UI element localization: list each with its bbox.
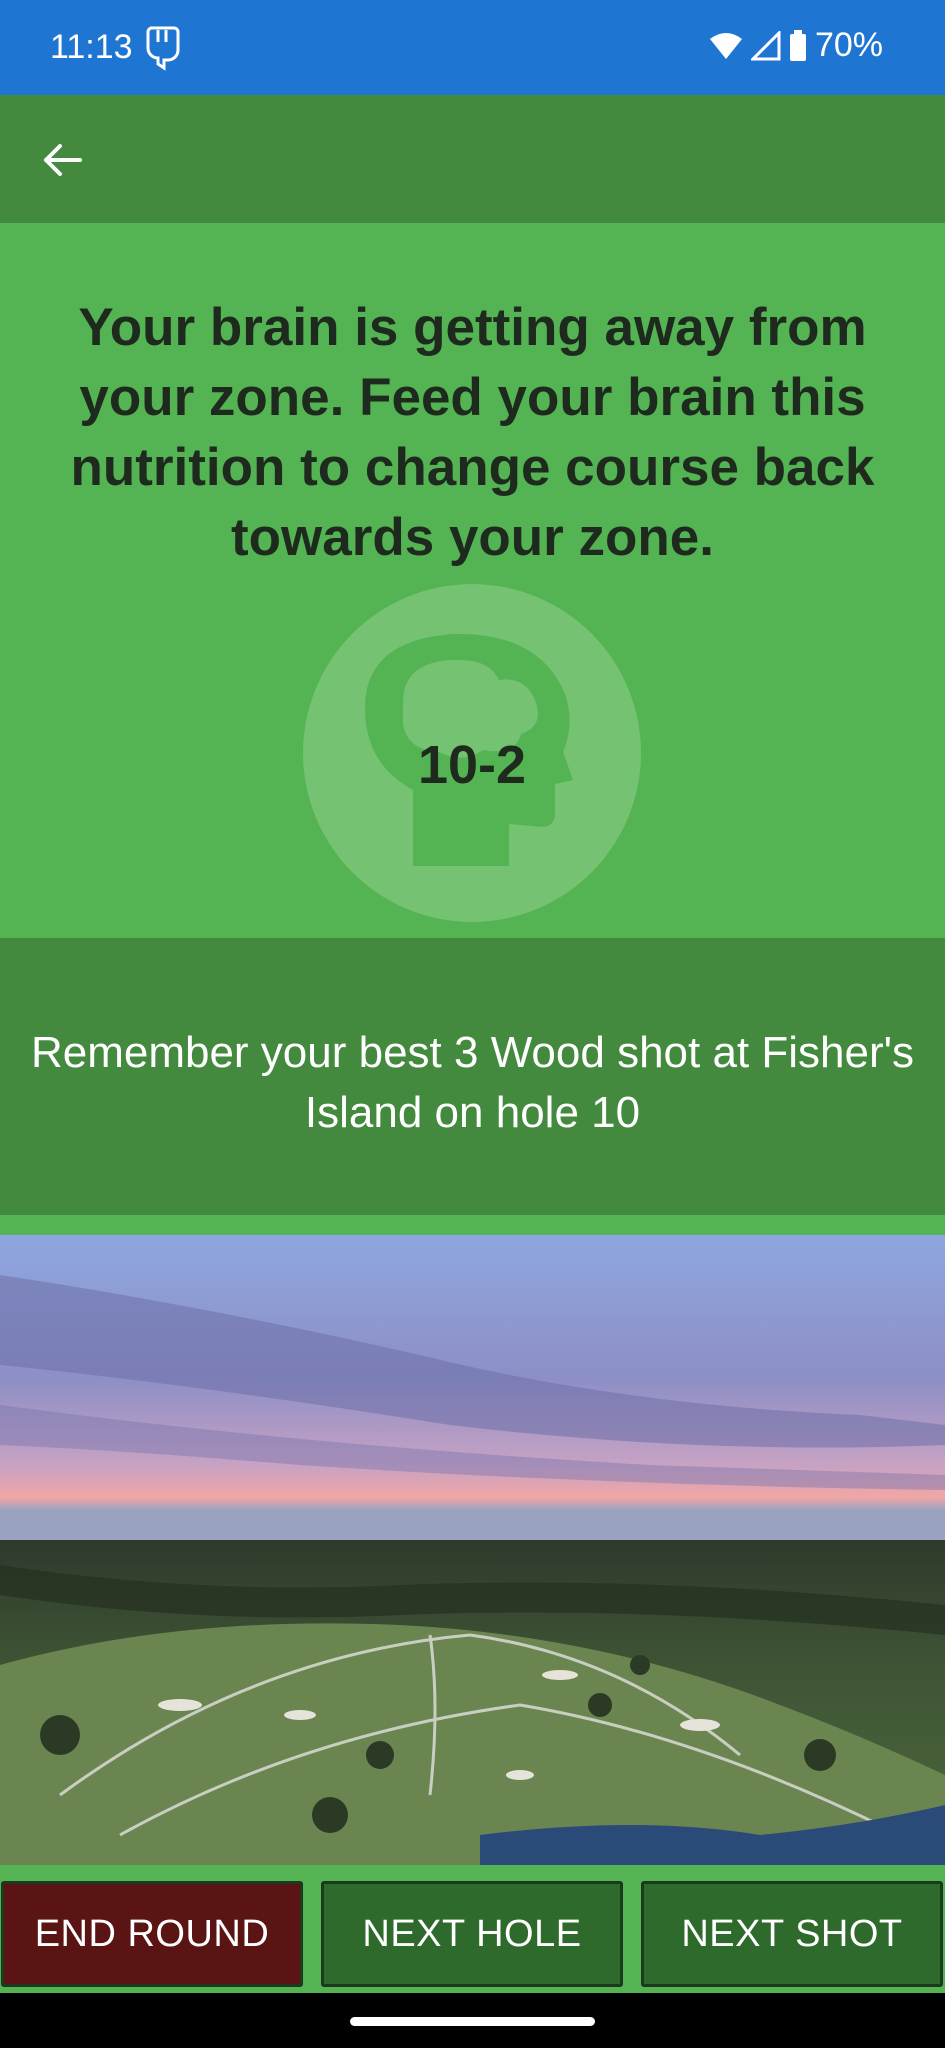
battery-percent: 70%: [814, 26, 883, 64]
divider: [0, 1215, 945, 1235]
action-bar: END ROUND NEXT HOLE NEXT SHOT: [0, 1865, 945, 1993]
zone-panel: Your brain is getting away from your zon…: [0, 223, 945, 1126]
status-icons: 70%: [709, 26, 883, 65]
next-hole-button[interactable]: NEXT HOLE: [321, 1881, 623, 1987]
golf-course-photo: [0, 1235, 945, 1865]
status-bar: 11:13 70%: [0, 0, 945, 95]
next-shot-button[interactable]: NEXT SHOT: [641, 1881, 943, 1987]
home-indicator[interactable]: [350, 2017, 595, 2026]
tip-panel: Remember your best 3 Wood shot at Fisher…: [0, 938, 945, 1215]
battery-icon: [789, 29, 806, 61]
zone-code: 10-2: [417, 735, 527, 795]
zone-message: Your brain is getting away from your zon…: [70, 298, 875, 567]
signal-icon: [750, 30, 781, 60]
app-hand-icon: [146, 26, 180, 71]
tip-text: Remember your best 3 Wood shot at Fisher…: [30, 1028, 915, 1137]
app-bar: [0, 95, 945, 223]
brain-badge: 10-2: [303, 584, 641, 922]
wifi-icon: [709, 32, 742, 59]
back-arrow-icon[interactable]: [30, 128, 94, 192]
status-time: 11:13: [50, 28, 133, 66]
system-nav-bar: [0, 1993, 945, 2048]
end-round-button[interactable]: END ROUND: [1, 1881, 303, 1987]
